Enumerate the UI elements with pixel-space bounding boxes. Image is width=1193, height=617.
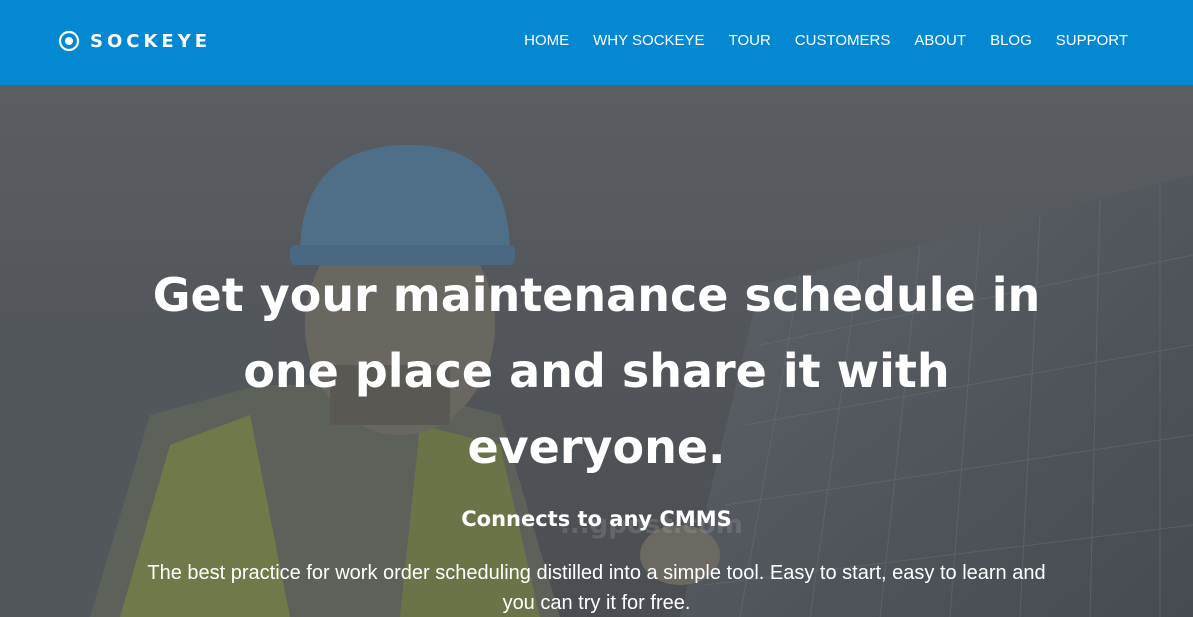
nav-home[interactable]: HOME (524, 31, 569, 51)
site-header: SOCKEYE HOME WHY SOCKEYE TOUR CUSTOMERS … (0, 0, 1193, 85)
main-nav: HOME WHY SOCKEYE TOUR CUSTOMERS ABOUT BL… (524, 31, 1128, 51)
nav-about[interactable]: ABOUT (914, 31, 966, 51)
sockeye-logo-icon (58, 30, 80, 52)
nav-tour[interactable]: TOUR (729, 31, 771, 51)
hero-section: Get your maintenance schedule in one pla… (0, 85, 1193, 617)
hero-subheadline: Connects to any CMMS (461, 507, 732, 531)
hero-description: The best practice for work order schedul… (147, 562, 1046, 614)
logo-text: SOCKEYE (90, 30, 212, 52)
nav-blog[interactable]: BLOG (990, 31, 1032, 51)
nav-why-sockeye[interactable]: WHY SOCKEYE (593, 31, 704, 51)
hero-headline: Get your maintenance schedule in one pla… (152, 268, 1041, 474)
nav-support[interactable]: SUPPORT (1056, 31, 1128, 51)
logo[interactable]: SOCKEYE (58, 30, 211, 52)
nav-customers[interactable]: CUSTOMERS (795, 31, 891, 51)
